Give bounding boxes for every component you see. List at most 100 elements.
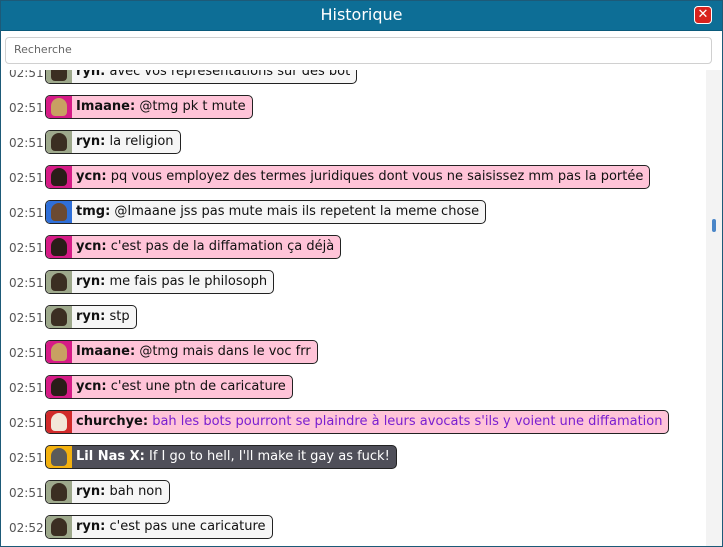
chat-bubble[interactable]: ryn: me fais pas le philosoph — [45, 270, 275, 294]
chat-bubble[interactable]: tmg: @Imaane jss pas mute mais ils repet… — [45, 200, 487, 224]
message-text: If I go to hell, I'll make it gay as fuc… — [144, 449, 390, 464]
message-username[interactable]: ryn: — [76, 274, 105, 289]
history-window: Historique ✕ 02:51ryn: avec vos représen… — [0, 0, 723, 547]
message-timestamp: 02:51 — [9, 276, 44, 290]
message-username[interactable]: ryn: — [76, 519, 105, 534]
avatar-head-icon — [51, 203, 67, 221]
user-avatar-icon[interactable] — [46, 481, 72, 503]
message-timestamp: 02:51 — [9, 346, 44, 360]
chat-message-row: 02:51 ycn: c'est pas de la diffamation ça… — [1, 235, 706, 261]
message-username[interactable]: Imaane: — [76, 99, 135, 114]
chat-bubble[interactable]: ryn: la religion — [45, 130, 181, 154]
message-text: la religion — [105, 134, 174, 149]
chat-bubble[interactable]: ycn: c'est une ptn de caricature — [45, 375, 293, 399]
chat-message-row: 02:51 Imaane: @tmg mais dans le voc frr — [1, 340, 706, 366]
scrollbar[interactable] — [706, 70, 722, 546]
message-text: bah non — [105, 484, 163, 499]
chat-message-row: 02:51 ycn: c'est une ptn de caricature — [1, 375, 706, 401]
message-username[interactable]: churchye: — [76, 414, 148, 429]
search-input[interactable] — [12, 42, 696, 57]
message-text: avec vos représentations sur des bot — [105, 70, 351, 79]
avatar-head-icon — [51, 378, 67, 396]
message-text: c'est pas une caricature — [105, 519, 266, 534]
message-username[interactable]: ryn: — [76, 134, 105, 149]
user-avatar-icon[interactable] — [46, 271, 72, 293]
chat-message-row: 02:51 ryn: avec vos représentations sur d… — [1, 70, 706, 86]
message-text: stp — [105, 309, 130, 324]
avatar-head-icon — [51, 448, 67, 466]
message-username[interactable]: ycn: — [76, 239, 107, 254]
avatar-head-icon — [51, 308, 67, 326]
message-username[interactable]: ryn: — [76, 309, 105, 324]
chat-bubble[interactable]: ryn: stp — [45, 305, 137, 329]
user-avatar-icon[interactable] — [46, 236, 72, 258]
message-timestamp: 02:51 — [9, 136, 44, 150]
user-avatar-icon[interactable] — [46, 96, 72, 118]
message-username[interactable]: ycn: — [76, 169, 107, 184]
user-avatar-icon[interactable] — [46, 201, 72, 223]
user-avatar-icon[interactable] — [46, 516, 72, 538]
chat-message-row: 02:51 ryn: me fais pas le philosoph — [1, 270, 706, 296]
message-username[interactable]: ycn: — [76, 379, 107, 394]
close-button[interactable]: ✕ — [694, 6, 712, 24]
message-username[interactable]: tmg: — [76, 204, 110, 219]
chat-bubble[interactable]: ycn: c'est pas de la diffamation ça déjà — [45, 235, 342, 259]
message-timestamp: 02:51 — [9, 70, 44, 80]
user-avatar-icon[interactable] — [46, 341, 72, 363]
chat-message-row: 02:51 ryn: la religion — [1, 130, 706, 156]
user-avatar-icon[interactable] — [46, 166, 72, 188]
user-avatar-icon[interactable] — [46, 376, 72, 398]
message-text: c'est une ptn de caricature — [106, 379, 286, 394]
avatar-head-icon — [51, 483, 67, 501]
message-timestamp: 02:51 — [9, 206, 44, 220]
avatar-head-icon — [51, 70, 67, 81]
avatar-head-icon — [51, 273, 67, 291]
message-username[interactable]: Lil Nas X: — [76, 449, 145, 464]
user-avatar-icon[interactable] — [46, 70, 72, 83]
message-username[interactable]: ryn: — [76, 484, 105, 499]
message-timestamp: 02:51 — [9, 311, 44, 325]
chat-message-row: 02:51 Lil Nas X: If I go to hell, I'll ma… — [1, 445, 706, 471]
message-timestamp: 02:51 — [9, 241, 44, 255]
user-avatar-icon[interactable] — [46, 411, 72, 433]
chat-bubble[interactable]: ycn: pq vous employez des termes juridiq… — [45, 165, 651, 189]
chat-bubble[interactable]: ryn: c'est pas une caricature — [45, 515, 273, 539]
message-text: pq vous employez des termes juridiques d… — [106, 169, 644, 184]
avatar-head-icon — [51, 133, 67, 151]
message-username[interactable]: Imaane: — [76, 344, 135, 359]
message-text: @tmg mais dans le voc frr — [135, 344, 311, 359]
title-bar[interactable]: Historique ✕ — [1, 1, 722, 31]
scrollbar-thumb[interactable] — [712, 219, 716, 232]
message-username[interactable]: ryn: — [76, 70, 105, 79]
avatar-head-icon — [51, 98, 67, 116]
message-text: c'est pas de la diffamation ça déjà — [106, 239, 335, 254]
message-text: @Imaane jss pas mute mais ils repetent l… — [110, 204, 480, 219]
chat-bubble[interactable]: ryn: avec vos représentations sur des bo… — [45, 70, 358, 84]
user-avatar-icon[interactable] — [46, 306, 72, 328]
message-timestamp: 02:51 — [9, 451, 44, 465]
avatar-head-icon — [51, 413, 67, 431]
message-text: @tmg pk t mute — [135, 99, 246, 114]
chat-message-row: 02:51 churchye: bah les bots pourront se … — [1, 410, 706, 436]
message-timestamp: 02:51 — [9, 101, 44, 115]
chat-history-list[interactable]: 02:51 ryn: avec vos représentations sur d… — [1, 70, 706, 546]
message-timestamp: 02:51 — [9, 381, 44, 395]
avatar-head-icon — [51, 238, 67, 256]
chat-bubble[interactable]: Imaane: @tmg mais dans le voc frr — [45, 340, 318, 364]
user-avatar-icon[interactable] — [46, 131, 72, 153]
message-timestamp: 02:52 — [9, 521, 44, 535]
chat-bubble[interactable]: Lil Nas X: If I go to hell, I'll make it… — [45, 445, 397, 469]
user-avatar-icon[interactable] — [46, 446, 72, 468]
avatar-head-icon — [51, 343, 67, 361]
message-text: me fais pas le philosoph — [105, 274, 268, 289]
chat-message-row: 02:51 Imaane: @tmg pk t mute — [1, 95, 706, 121]
search-box[interactable] — [5, 37, 712, 64]
message-timestamp: 02:51 — [9, 486, 44, 500]
message-timestamp: 02:51 — [9, 171, 44, 185]
chat-bubble[interactable]: ryn: bah non — [45, 480, 170, 504]
window-title: Historique — [320, 5, 403, 24]
chat-bubble[interactable]: churchye: bah les bots pourront se plain… — [45, 410, 670, 434]
avatar-head-icon — [51, 168, 67, 186]
chat-bubble[interactable]: Imaane: @tmg pk t mute — [45, 95, 253, 119]
avatar-head-icon — [51, 518, 67, 536]
